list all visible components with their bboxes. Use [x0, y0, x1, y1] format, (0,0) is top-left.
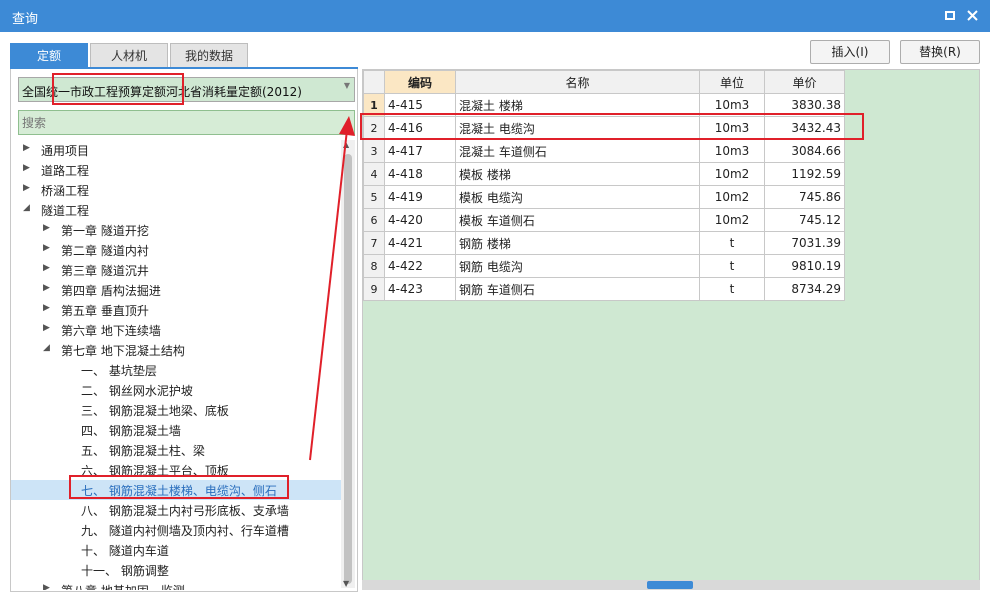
annotation-arrow: [309, 116, 355, 461]
